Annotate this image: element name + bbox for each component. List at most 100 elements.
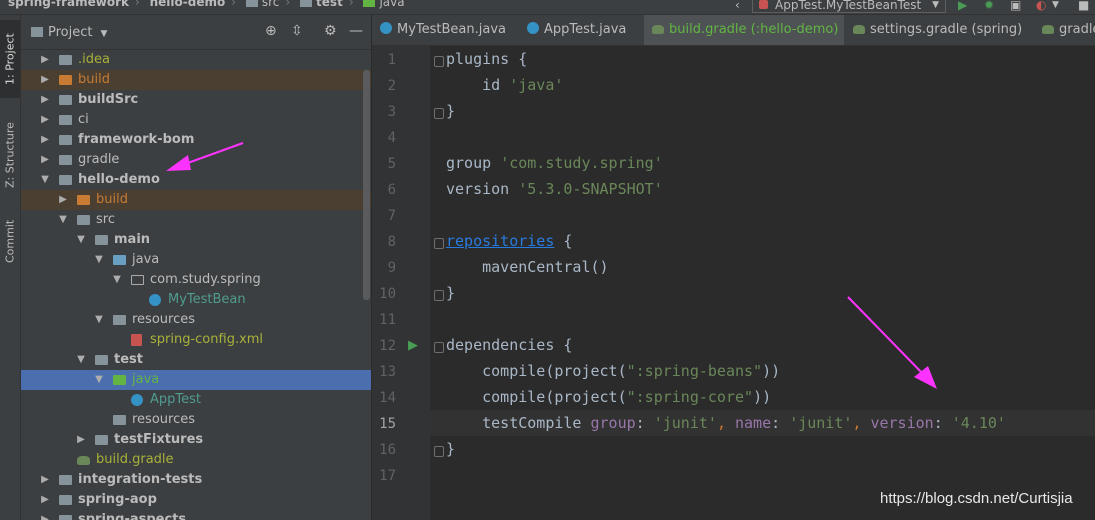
tree-node[interactable]: build.gradle: [21, 450, 371, 470]
chevron-right-icon[interactable]: ▶: [75, 430, 87, 450]
folder-icon: [95, 435, 108, 445]
line-number: 17: [379, 468, 396, 484]
code-editor[interactable]: 1 2 3 4 5 6 7 8 9 10 11 12 ▶ 13 14 15 16 17 plugins { id …: [372, 46, 1095, 520]
tree-node-label: testFixtures: [114, 432, 204, 447]
tree-node[interactable]: ▶ spring-aspects: [21, 510, 371, 520]
fold-marker-icon[interactable]: [434, 446, 444, 457]
commit-tool-button[interactable]: Commit: [0, 210, 20, 272]
chevron-right-icon[interactable]: ▶: [57, 190, 69, 210]
chevron-down-icon[interactable]: ▼: [93, 250, 105, 270]
coverage-icon[interactable]: ▣: [1010, 0, 1021, 12]
tree-node[interactable]: ▼ resources: [21, 310, 371, 330]
editor-tab-label: settings.gradle (spring): [870, 22, 1023, 37]
tree-node[interactable]: ▶ build: [21, 70, 371, 90]
code-line: compile(project(":spring-core")): [446, 388, 771, 406]
tree-node[interactable]: ▶ integration-tests: [21, 470, 371, 490]
code-token: ":spring-beans": [626, 362, 763, 380]
tree-node[interactable]: ▼ hello-demo: [21, 170, 371, 190]
tree-node-label: com.study.spring: [150, 272, 261, 287]
chevron-down-icon[interactable]: ▼: [57, 210, 69, 230]
code-token: id: [446, 76, 510, 94]
chevron-down-icon[interactable]: ▼: [75, 350, 87, 370]
editor-tab[interactable]: settings.gradle (spring): [845, 15, 1033, 45]
fold-marker-icon[interactable]: [434, 238, 444, 249]
chevron-right-icon[interactable]: ▶: [39, 490, 51, 510]
profile-icon[interactable]: ◐: [1036, 0, 1046, 12]
fold-marker-icon[interactable]: [434, 108, 444, 119]
project-tree-scrollbar[interactable]: [363, 70, 370, 300]
code-token: testCompile: [446, 414, 591, 432]
chevron-right-icon[interactable]: ▶: [39, 70, 51, 90]
chevron-right-icon[interactable]: ▶: [39, 510, 51, 520]
chevron-down-icon[interactable]: ▼: [39, 170, 51, 190]
chevron-right-icon[interactable]: ▶: [39, 110, 51, 130]
tree-node[interactable]: AppTest: [21, 390, 371, 410]
project-view-selector[interactable]: Project ▼: [31, 25, 107, 40]
tree-node-label: resources: [132, 312, 196, 327]
tree-node[interactable]: ▼ src: [21, 210, 371, 230]
minimize-icon[interactable]: —: [349, 23, 363, 39]
tree-node[interactable]: ▶ build: [21, 190, 371, 210]
editor-tab[interactable]: build.gradle (:hello-demo): [644, 15, 844, 45]
folder-icon: [113, 315, 126, 325]
editor-tab[interactable]: AppTest.java: [519, 15, 643, 45]
debug-icon[interactable]: ✹: [984, 0, 994, 12]
chevron-down-icon: ▼: [932, 0, 939, 10]
back-arrow-icon[interactable]: ‹: [735, 0, 740, 12]
gear-icon[interactable]: ⚙: [324, 23, 337, 39]
run-gutter-icon[interactable]: ▶: [408, 338, 418, 353]
tree-node[interactable]: ▼ java: [21, 250, 371, 270]
tree-node[interactable]: ▶ framework-bom: [21, 130, 371, 150]
tree-node[interactable]: ▼ com.study.spring: [21, 270, 371, 290]
chevron-down-icon: ▼: [100, 29, 108, 39]
tree-node[interactable]: ▼ java: [21, 370, 371, 390]
chevron-down-icon[interactable]: ▼: [93, 310, 105, 330]
fold-marker-icon[interactable]: [434, 290, 444, 301]
code-token: repositories: [446, 232, 555, 250]
tree-node[interactable]: resources: [21, 410, 371, 430]
structure-tool-button[interactable]: Z: Structure: [0, 115, 20, 195]
breadcrumb-test[interactable]: test: [316, 0, 343, 9]
tree-node[interactable]: spring-config.xml: [21, 330, 371, 350]
locate-file-icon[interactable]: ⊕: [265, 23, 277, 39]
line-number: 12: [379, 338, 396, 354]
chevron-right-icon[interactable]: ▶: [39, 470, 51, 490]
collapse-all-icon[interactable]: ⇳: [291, 23, 303, 39]
breadcrumb-module[interactable]: hello-demo: [150, 0, 226, 9]
chevron-right-icon[interactable]: ▶: [39, 50, 51, 70]
chevron-right-icon[interactable]: ▶: [39, 90, 51, 110]
code-line: group 'com.study.spring': [446, 154, 663, 172]
tree-node[interactable]: ▶ spring-aop: [21, 490, 371, 510]
run-configuration-selector[interactable]: AppTest.MyTestBeanTest ▼: [752, 0, 946, 13]
chevron-right-icon[interactable]: ▶: [39, 130, 51, 150]
chevron-right-icon[interactable]: ▶: [39, 150, 51, 170]
tree-node[interactable]: ▶ testFixtures: [21, 430, 371, 450]
tree-node[interactable]: ▶ .idea: [21, 50, 371, 70]
run-configuration-label: AppTest.MyTestBeanTest: [775, 0, 922, 12]
tree-node[interactable]: ▶ buildSrc: [21, 90, 371, 110]
chevron-down-icon[interactable]: ▼: [1052, 0, 1059, 12]
breadcrumb-java[interactable]: java: [379, 0, 404, 9]
stop-icon[interactable]: ■: [1078, 0, 1089, 12]
run-icon[interactable]: ▶: [958, 0, 967, 12]
tree-node[interactable]: ▼ test: [21, 350, 371, 370]
chevron-down-icon[interactable]: ▼: [111, 270, 123, 290]
chevron-down-icon[interactable]: ▼: [93, 370, 105, 390]
tree-node-label: gradle: [78, 152, 120, 167]
editor-tab-label: gradle: [1059, 22, 1095, 37]
code-token: mavenCentral(): [446, 258, 609, 276]
line-number: 6: [387, 182, 396, 198]
breadcrumb-project[interactable]: spring-framework: [8, 0, 129, 9]
tree-node[interactable]: ▶ gradle: [21, 150, 371, 170]
tree-node[interactable]: ▼ main: [21, 230, 371, 250]
editor-tab[interactable]: MyTestBean.java: [372, 15, 518, 45]
project-tool-button[interactable]: 1: Project: [0, 20, 20, 98]
folder-icon: [59, 95, 72, 105]
chevron-down-icon[interactable]: ▼: [75, 230, 87, 250]
tree-node[interactable]: MyTestBean: [21, 290, 371, 310]
tree-node[interactable]: ▶ ci: [21, 110, 371, 130]
breadcrumb-src[interactable]: src: [262, 0, 280, 9]
editor-tab[interactable]: gradle: [1034, 15, 1095, 45]
fold-marker-icon[interactable]: [434, 56, 444, 67]
fold-marker-icon[interactable]: [434, 342, 444, 353]
